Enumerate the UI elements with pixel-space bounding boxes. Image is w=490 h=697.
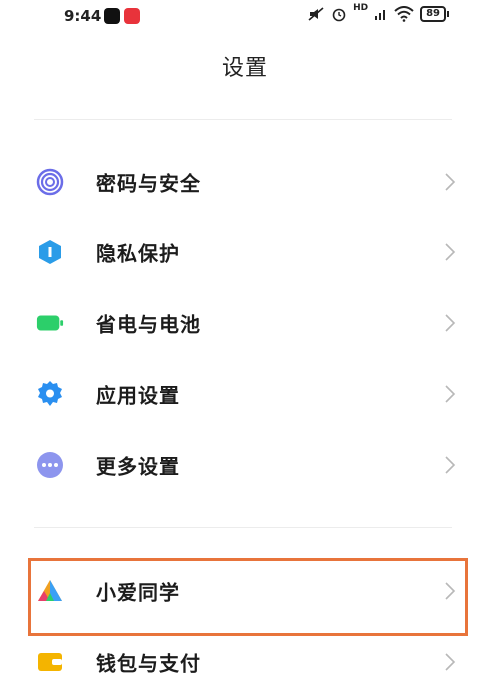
wifi-icon [394, 6, 414, 22]
wallet-icon [36, 648, 64, 676]
menu-item-label: 钱包与支付 [96, 651, 201, 676]
privacy-shield-icon [36, 238, 64, 266]
divider [34, 527, 452, 528]
menu-item-label: 更多设置 [96, 454, 180, 479]
menu-item-label: 密码与安全 [96, 171, 201, 196]
status-bar: 9:44 HD 89 [0, 0, 490, 40]
chevron-right-icon [445, 243, 456, 261]
status-time: 9:44 [64, 7, 102, 25]
highlight-annotation-box [28, 558, 468, 636]
red-app-notification-icon [124, 8, 140, 24]
menu-item-app-settings[interactable]: 应用设置 [0, 359, 490, 429]
menu-item-label: 隐私保护 [96, 241, 180, 266]
tiktok-notification-icon [104, 8, 120, 24]
divider [34, 119, 452, 120]
chevron-right-icon [445, 173, 456, 191]
menu-item-label: 省电与电池 [96, 312, 201, 337]
status-indicators: HD 89 [307, 3, 449, 22]
battery-icon [36, 309, 64, 337]
alarm-icon [332, 8, 346, 22]
menu-item-label: 应用设置 [96, 383, 180, 408]
more-dots-icon [36, 451, 64, 479]
gear-icon [36, 380, 64, 408]
chevron-right-icon [445, 385, 456, 403]
menu-item-wallet[interactable]: 钱包与支付 [0, 627, 490, 697]
menu-item-battery[interactable]: 省电与电池 [0, 288, 490, 358]
hd-signal-icon: HD [353, 3, 369, 13]
chevron-right-icon [445, 314, 456, 332]
menu-item-password-security[interactable]: 密码与安全 [0, 147, 490, 217]
battery-indicator: 89 [420, 6, 449, 22]
chevron-right-icon [445, 653, 456, 671]
mute-icon [308, 7, 324, 21]
menu-item-more-settings[interactable]: 更多设置 [0, 430, 490, 500]
chevron-right-icon [445, 456, 456, 474]
fingerprint-icon [36, 168, 64, 196]
cellular-signal-icon [375, 10, 386, 20]
menu-item-privacy[interactable]: 隐私保护 [0, 217, 490, 287]
page-title: 设置 [221, 56, 268, 81]
